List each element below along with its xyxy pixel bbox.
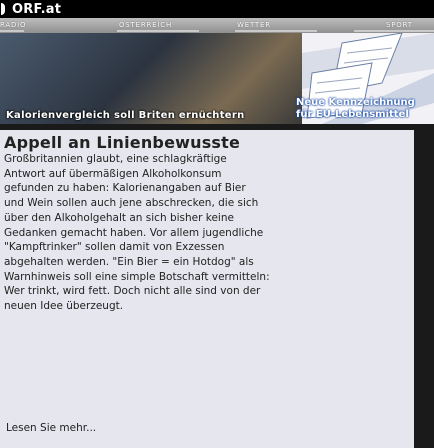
logo-text: ORF.at bbox=[12, 1, 62, 17]
teaser-banner[interactable]: Kalorienvergleich soll Briten ernüchtern… bbox=[0, 33, 434, 124]
article-line: über den Alkoholgehalt an sich bisher ke… bbox=[4, 211, 234, 224]
orf-logo-icon bbox=[1, 3, 9, 15]
content-area: Appell an Linienbewusste Großbritannien … bbox=[0, 124, 434, 448]
article-line: und Wein sollen auch jene abschrecken, d… bbox=[4, 197, 259, 210]
main-nav: RADIO ÖSTERREICH WETTER SPORT bbox=[0, 18, 434, 33]
article-line: abgehalten werden. "Ein Bier = ein Hotdo… bbox=[4, 255, 254, 268]
article-line: Antwort auf übermäßigen Alkoholkonsum bbox=[4, 167, 222, 180]
teaser-caption-right-line1: Neue Kennzeichnung bbox=[296, 97, 415, 108]
article-line: "Kampftrinker" sollen damit von Exzessen bbox=[4, 241, 225, 254]
nav-underline bbox=[235, 30, 317, 32]
article-line: Großbritannien glaubt, eine schlagkräfti… bbox=[4, 153, 227, 165]
nav-underline bbox=[0, 30, 24, 32]
article-title[interactable]: Appell an Linienbewusste bbox=[4, 133, 240, 152]
teaser-caption-right[interactable]: Neue Kennzeichnung für EU-Lebensmittel bbox=[296, 97, 415, 121]
teaser-caption-right-line2: für EU-Lebensmittel bbox=[296, 109, 409, 120]
nav-underline bbox=[117, 30, 199, 32]
article-line: gefunden zu haben: Kalorienangaben auf B… bbox=[4, 182, 246, 195]
article-body: Großbritannien glaubt, eine schlagkräfti… bbox=[4, 152, 404, 314]
article-line: neuen Idee überzeugt. bbox=[4, 300, 124, 313]
article-panel: Appell an Linienbewusste Großbritannien … bbox=[0, 130, 414, 448]
teaser-caption-left[interactable]: Kalorienvergleich soll Briten ernüchtern bbox=[6, 110, 245, 121]
nav-underline bbox=[354, 30, 434, 32]
right-margin bbox=[414, 130, 434, 448]
article-line: Wer trinkt, wird fett. Doch nicht alle s… bbox=[4, 285, 261, 298]
article-line: Gedanken gemacht haben. Vor allem jugend… bbox=[4, 226, 264, 239]
read-more-link[interactable]: Lesen Sie mehr... bbox=[6, 422, 96, 434]
top-bar: ORF.at bbox=[0, 0, 434, 18]
article-line: Warnhinweis soll eine simple Botschaft v… bbox=[4, 270, 270, 283]
orf-logo[interactable]: ORF.at bbox=[0, 1, 61, 17]
